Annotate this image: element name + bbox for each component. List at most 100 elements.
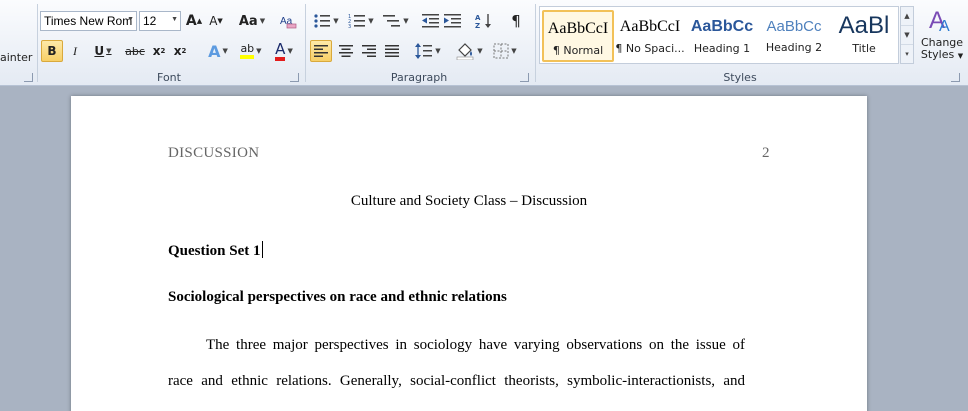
more-styles-icon[interactable]: ▾ [901, 45, 913, 64]
numbering-button[interactable]: 1 2 3 ▼ [346, 10, 376, 32]
strikethrough-button[interactable]: abc [124, 40, 146, 62]
style-sample: AaBl [838, 12, 890, 39]
page-number: 2 [762, 145, 770, 161]
bold-icon: B [47, 44, 57, 58]
ribbon: ainter Times New Rom ▼ 12 ▼ A ▲ A ▼ Aa ▼ Aa… [0, 0, 968, 86]
italic-icon: I [73, 43, 77, 58]
svg-text:Z: Z [475, 22, 480, 30]
style-name: Heading 1 [693, 42, 751, 55]
shrink-font-icon: A [209, 14, 218, 28]
highlighter-icon: ab [240, 43, 255, 59]
sort-button[interactable]: AZ [473, 10, 495, 32]
style-sample: AaBbCcI [619, 18, 681, 35]
grow-font-icon: A [185, 13, 197, 29]
svg-text:3: 3 [348, 24, 351, 29]
font-name-value: Times New Rom [44, 14, 133, 28]
style-sample: AaBbCcI [547, 20, 609, 37]
decrease-indent-icon [422, 14, 439, 28]
style-name: Heading 2 [765, 41, 823, 54]
text-effects-icon: A [208, 41, 221, 61]
font-dialog-launcher[interactable] [290, 73, 299, 82]
subscript-button[interactable]: x2 [150, 40, 168, 62]
change-styles-icon: A A [929, 7, 950, 35]
font-size-combobox[interactable]: 12 ▼ [139, 11, 181, 31]
style-title[interactable]: AaBl Title [828, 10, 900, 62]
style-normal[interactable]: AaBbCcI ¶ Normal [542, 10, 614, 62]
change-case-button[interactable]: Aa ▼ [238, 10, 266, 32]
svg-text:A: A [939, 18, 950, 34]
group-separator [305, 4, 306, 82]
style-heading-2[interactable]: AaBbCc Heading 2 [758, 10, 830, 62]
paint-bucket-icon [456, 43, 474, 60]
question-heading: Question Set 1 [168, 241, 263, 260]
shrink-font-button[interactable]: A ▼ [207, 10, 225, 32]
font-color-button[interactable]: A ▼ [270, 40, 298, 62]
show-formatting-marks-button[interactable]: ¶ [505, 10, 527, 32]
paragraph-dialog-launcher[interactable] [520, 73, 529, 82]
chevron-down-icon[interactable]: ▼ [171, 16, 178, 23]
format-painter-button[interactable]: ainter [0, 51, 32, 64]
change-styles-button[interactable]: A A Change Styles ▼ [917, 4, 967, 70]
running-header: DISCUSSION [168, 145, 260, 161]
multilevel-list-icon [383, 15, 401, 27]
underline-button[interactable]: U ▼ [88, 40, 118, 62]
pilcrow-icon: ¶ [511, 12, 521, 30]
styles-gallery: AaBbCcI ¶ Normal AaBbCcI ¶ No Spaci... A… [539, 6, 899, 64]
numbering-icon: 123 [348, 14, 366, 29]
shading-button[interactable]: ▼ [453, 40, 485, 62]
align-right-icon [362, 45, 376, 57]
question-heading-text: Question Set 1 [168, 243, 261, 259]
change-case-icon: Aa [238, 13, 258, 29]
grow-font-button[interactable]: A ▲ [185, 10, 203, 32]
chevron-up-icon[interactable]: ▲ [901, 7, 913, 26]
style-sample: AaBbCc [766, 18, 822, 35]
highlight-color-button[interactable]: ab ▼ [236, 40, 266, 62]
superscript-button[interactable]: x2 [171, 40, 189, 62]
bullets-button[interactable]: ▼ [311, 10, 341, 32]
styles-gallery-scroll[interactable]: ▲ ▼ ▾ [900, 6, 914, 64]
group-separator [535, 4, 536, 82]
borders-button[interactable]: ▼ [490, 40, 520, 62]
document-page[interactable]: DISCUSSION 2 Culture and Society Class –… [71, 96, 867, 411]
align-right-button[interactable] [358, 40, 380, 62]
clipboard-dialog-launcher[interactable] [24, 73, 33, 82]
style-name: ¶ No Spaci... [615, 42, 685, 55]
increase-indent-icon [444, 14, 461, 28]
italic-button[interactable]: I [65, 40, 85, 62]
style-heading-1[interactable]: AaBbCc Heading 1 [686, 10, 758, 62]
multilevel-list-button[interactable]: ▼ [381, 10, 411, 32]
clear-formatting-button[interactable]: Aa [278, 10, 298, 32]
align-center-button[interactable] [335, 40, 357, 62]
paragraph-line: race and ethnic relations. Generally, so… [168, 373, 745, 389]
align-left-button[interactable] [310, 40, 332, 62]
group-separator [37, 4, 38, 82]
chevron-down-icon[interactable]: ▼ [127, 16, 134, 23]
bold-button[interactable]: B [41, 40, 63, 62]
styles-dialog-launcher[interactable] [951, 73, 960, 82]
paragraph-line: The three major perspectives in sociolog… [206, 337, 745, 353]
strikethrough-icon: abc [125, 44, 145, 58]
style-sample: AaBbCc [690, 18, 754, 35]
justify-button[interactable] [381, 40, 403, 62]
sort-icon: AZ [475, 14, 491, 30]
text-cursor [261, 241, 263, 258]
decrease-indent-button[interactable] [421, 10, 441, 32]
section-subheading: Sociological perspectives on race and et… [168, 289, 507, 305]
font-group-label: Font [157, 71, 181, 84]
style-no-spacing[interactable]: AaBbCcI ¶ No Spaci... [614, 10, 686, 62]
style-name: Title [852, 42, 876, 55]
borders-icon [493, 43, 509, 59]
paragraph-group-label: Paragraph [390, 71, 448, 84]
text-effects-button[interactable]: A ▼ [204, 40, 232, 62]
line-spacing-button[interactable]: ▼ [413, 40, 443, 62]
bullets-icon [314, 14, 331, 28]
font-color-icon: A [275, 41, 286, 61]
line-spacing-icon [415, 43, 433, 59]
chevron-down-icon[interactable]: ▼ [901, 26, 913, 45]
superscript-icon: x [173, 44, 182, 58]
increase-indent-button[interactable] [443, 10, 463, 32]
font-name-combobox[interactable]: Times New Rom ▼ [40, 11, 137, 31]
clear-formatting-icon: Aa [280, 16, 297, 29]
svg-text:A: A [475, 14, 481, 22]
underline-icon: U [94, 44, 105, 58]
